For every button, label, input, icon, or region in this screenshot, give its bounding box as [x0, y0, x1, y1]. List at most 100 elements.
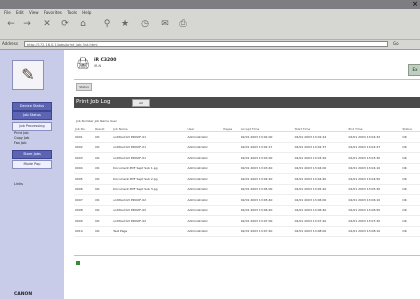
job-number: 0002	[74, 142, 95, 153]
sidebar-link-print-job[interactable]: Print Job	[14, 131, 29, 135]
go-button[interactable]: Go	[393, 41, 399, 46]
back-icon[interactable]: ←	[4, 19, 18, 37]
table-row[interactable]: 0008 OK untitled.txt PROOF-02 Administrator…	[74, 205, 420, 216]
job-result: OK	[94, 163, 113, 174]
favorites-icon[interactable]: ★	[118, 19, 132, 37]
menu-edit[interactable]: Edit	[16, 10, 24, 15]
accept-time: 02/01 2003 13:07:00	[239, 215, 294, 227]
job-pages	[222, 142, 240, 153]
job-result: OK	[94, 152, 113, 164]
home-icon[interactable]: ⌂	[76, 19, 90, 37]
refresh-icon[interactable]: ⟳	[58, 19, 72, 37]
close-icon[interactable]: ×	[412, 0, 418, 9]
job-user: Administrator	[186, 226, 223, 237]
job-pages	[222, 215, 240, 227]
job-name[interactable]: untitled.txt PROOF-01	[112, 131, 187, 143]
job-status: OK	[401, 142, 420, 153]
job-name[interactable]: Document PDF Sept Sub 2.pg	[112, 173, 187, 185]
main-content: 🖨 iR C3200 iR-N Ex Status Print Job Log …	[64, 50, 420, 299]
menu-tools[interactable]: Tools	[67, 10, 77, 15]
accept-time: 02/01 2003 13:05:00	[239, 184, 294, 195]
job-name[interactable]: untitled.txt PROOF-02	[112, 215, 187, 227]
end-time: 02/01 2003 13:06:50	[347, 205, 402, 216]
job-user: Administrator	[186, 131, 223, 143]
table-row[interactable]: 0009 OK untitled.txt PROOF-02 Administrator…	[74, 215, 420, 227]
end-time: 02/01 2003 13:04:50	[347, 173, 402, 185]
job-pages	[222, 152, 240, 164]
job-number: 0007	[74, 194, 95, 206]
menu-file[interactable]: File	[4, 10, 11, 15]
search-icon[interactable]: ⚲	[100, 19, 114, 37]
menu-view[interactable]: View	[29, 10, 39, 15]
job-pages	[222, 131, 240, 143]
accept-time: 02/01 2003 13:06:20	[239, 205, 294, 216]
menu-favorites[interactable]: Favorites	[44, 10, 62, 15]
job-status: OK	[401, 173, 420, 185]
job-user: Administrator	[186, 173, 223, 185]
job-name[interactable]: untitled.txt PROOF-02	[112, 205, 187, 216]
start-time: 02/01 2003 13:05:20	[293, 184, 348, 195]
menu-help[interactable]: Help	[82, 10, 91, 15]
table-row[interactable]: 0010 OK Test Page Administrator 02/01 2003 1…	[74, 226, 420, 237]
stop-icon[interactable]: ✕	[40, 19, 54, 37]
sidebar-job-status-button[interactable]: Job Status	[12, 111, 52, 120]
job-user: Administrator	[186, 215, 223, 227]
table-row[interactable]: 0004 OK Document PDF Sept Sub 1.pg Administ…	[74, 163, 420, 174]
table-row[interactable]: 0005 OK Document PDF Sept Sub 2.pg Administ…	[74, 173, 420, 185]
job-result: OK	[94, 205, 113, 216]
divider	[74, 255, 420, 256]
browser-toolbar: ← → ✕ ⟳ ⌂ ⚲ ★ ◷ ✉ ⎙	[0, 17, 420, 40]
job-number: 0001	[74, 131, 95, 143]
table-row[interactable]: 0002 OK untitled.txt PROOF-01 Administrator…	[74, 142, 420, 153]
job-result: OK	[94, 215, 113, 227]
start-time: 02/01 2003 13:08:00	[293, 226, 348, 237]
back-to-top-icon[interactable]	[76, 261, 80, 265]
end-time: 02/01 2003 13:08:10	[347, 226, 402, 237]
sidebar-device-status-button[interactable]: Device Status	[12, 102, 52, 111]
address-input[interactable]: http://172.16.0.1/jobs/print_job_list.ht…	[24, 41, 388, 47]
job-name[interactable]: Document PDF Sept Sub 1.pg	[112, 163, 187, 174]
menu-bar: File Edit View Favorites Tools Help	[0, 9, 420, 17]
start-time: 02/01 2003 13:06:40	[293, 205, 348, 216]
job-filter-select[interactable]: All	[132, 99, 150, 107]
job-name[interactable]: untitled.txt PROOF-02	[112, 194, 187, 206]
sidebar-link-fax-job[interactable]: Fax Job	[14, 141, 26, 145]
job-number: 0006	[74, 184, 95, 195]
sidebar-mode-pop-button[interactable]: Mode Pop	[12, 160, 52, 169]
job-name[interactable]: Test Page	[112, 226, 187, 237]
job-user: Administrator	[186, 205, 223, 216]
job-user: Administrator	[186, 194, 223, 206]
status-tab[interactable]: Status	[76, 83, 92, 91]
printer-logo-icon: ✎	[12, 60, 44, 90]
table-row[interactable]: 0001 OK untitled.txt PROOF-01 Administrator…	[74, 131, 420, 143]
sidebar-store-jobs-button[interactable]: Store Jobs	[12, 150, 52, 159]
job-pages	[222, 226, 240, 237]
print-icon[interactable]: ⎙	[176, 19, 190, 37]
canon-logo: CANON	[14, 292, 33, 297]
job-number: 0009	[74, 215, 95, 227]
accept-time: 02/01 2003 13:05:40	[239, 194, 294, 206]
printer-name: iR C3200	[94, 58, 117, 63]
sidebar-bottom-link[interactable]: Links	[14, 182, 23, 186]
forward-icon[interactable]: →	[20, 19, 34, 37]
job-name[interactable]: untitled.txt PROOF-01	[112, 152, 187, 164]
sidebar-job-processing-button[interactable]: Job Processing	[12, 122, 52, 131]
sidebar-link-copy-job[interactable]: Copy Job	[14, 136, 29, 140]
table-row[interactable]: 0003 OK untitled.txt PROOF-01 Administrator…	[74, 152, 420, 164]
start-time: 02/01 2003 13:02:22	[293, 131, 348, 143]
accept-time: 02/01 2003 13:03:40	[239, 163, 294, 174]
mail-icon[interactable]: ✉	[158, 19, 172, 37]
job-pages	[222, 163, 240, 174]
history-icon[interactable]: ◷	[138, 19, 152, 37]
corner-button[interactable]: Ex	[408, 64, 420, 76]
job-status: OK	[401, 163, 420, 174]
job-result: OK	[94, 131, 113, 143]
job-status: OK	[401, 226, 420, 237]
accept-time: 02/01 2003 13:03:00	[239, 152, 294, 164]
table-row[interactable]: 0006 OK Document PDF Sept Sub 3.pg Administ…	[74, 184, 420, 195]
table-row[interactable]: 0007 OK untitled.txt PROOF-02 Administrator…	[74, 194, 420, 206]
job-name[interactable]: untitled.txt PROOF-01	[112, 142, 187, 153]
job-user: Administrator	[186, 163, 223, 174]
job-name[interactable]: Document PDF Sept Sub 3.pg	[112, 184, 187, 195]
end-time: 02/01 2003 13:06:10	[347, 194, 402, 206]
